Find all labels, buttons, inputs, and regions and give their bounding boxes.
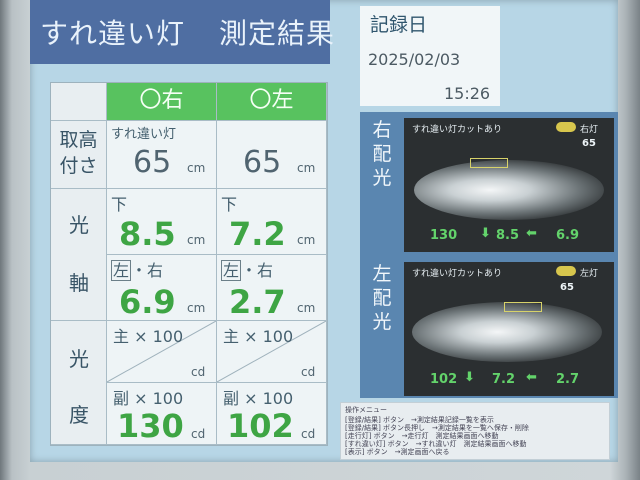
axis-v-right-unit: cm xyxy=(187,233,206,247)
results-table: 〇右 〇左 取高付さ すれ違い灯 65 cm 65 cm 光 軸 下 8.5 c… xyxy=(50,82,328,446)
axis-label-char1: 光 xyxy=(69,213,89,237)
left-arrow-icon: ⬅ xyxy=(526,226,537,241)
axis-v-left-cell: 下 7.2 cm xyxy=(217,189,327,255)
axis-h-sep-left: ・ xyxy=(241,261,258,280)
beam-pattern xyxy=(414,160,604,220)
left-panel-top-value: 65 xyxy=(560,282,574,293)
axis-h-labels-left: 左・右 xyxy=(221,257,273,281)
axis-v-right-value: 8.5 xyxy=(119,215,176,253)
intensity-main-label-left: 主 × 100 xyxy=(223,327,294,346)
right-panel-tag: 右灯 xyxy=(580,125,599,135)
operation-menu: 操作メニュー [登録/結果] ボタン →測定結果記録一覧を表示 [登録/結果] … xyxy=(340,402,610,460)
left-distribution-image: すれ違い灯カットあり 左灯 65 102 ⬇ 7.2 ⬅ 2.7 xyxy=(404,262,614,396)
distribution-panel: 右配光 左配光 すれ違い灯カットあり 右灯 65 130 ⬇ 8.5 ⬅ 6.9… xyxy=(360,112,618,398)
axis-h-right-tag-left: 右 xyxy=(257,261,274,280)
axis-h-right-tag-right: 右 xyxy=(147,261,164,280)
left-panel-value-2: 7.2 xyxy=(492,372,516,387)
axis-label-char2: 軸 xyxy=(69,271,89,295)
left-panel-tag: 左灯 xyxy=(580,269,599,279)
right-panel-top-value: 65 xyxy=(582,138,596,149)
record-time-value: 15:26 xyxy=(444,84,491,103)
intensity-label-char2: 度 xyxy=(69,403,89,427)
record-date-value: 2025/02/03 xyxy=(368,50,461,69)
title-text: すれ違い灯 xyxy=(40,17,186,50)
screen: すれ違い灯 測定結果 記録日 2025/02/03 15:26 〇右 〇左 取高付… xyxy=(30,0,618,462)
right-panel-value-3: 6.9 xyxy=(556,228,580,243)
left-panel-value-3: 2.7 xyxy=(556,372,580,387)
cutoff-marker xyxy=(470,158,508,168)
row-label-intensity: 光 度 xyxy=(51,321,107,445)
intensity-sub-left-cell: 副 × 100 102 cd xyxy=(217,383,327,445)
axis-h-right-value: 6.9 xyxy=(119,283,176,321)
axis-h-left-unit: cm xyxy=(297,301,316,315)
left-distribution-label: 左配光 xyxy=(372,263,392,333)
intensity-sub-unit-left: cd xyxy=(301,427,316,441)
axis-h-left-cell: 左・右 2.7 cm xyxy=(217,255,327,321)
left-panel-value-1: 102 xyxy=(430,372,458,387)
down-arrow-icon: ⬇ xyxy=(480,226,491,241)
height-right-unit: cm xyxy=(187,161,206,175)
intensity-sub-right-cell: 副 × 100 130 cd xyxy=(107,383,217,445)
axis-h-labels-right: 左・右 xyxy=(111,257,163,281)
page-title: すれ違い灯 測定結果 xyxy=(40,12,335,52)
right-panel-value-1: 130 xyxy=(430,228,458,243)
intensity-sub-label-right: 副 × 100 xyxy=(113,389,184,408)
intensity-main-label-right: 主 × 100 xyxy=(113,327,184,346)
col-header-right: 〇右 xyxy=(107,83,217,121)
table-corner xyxy=(51,83,107,121)
right-distribution-image: すれ違い灯カットあり 右灯 65 130 ⬇ 8.5 ⬅ 6.9 xyxy=(404,118,614,252)
height-right-cell: すれ違い灯 65 cm xyxy=(107,121,217,189)
intensity-sub-label-left: 副 × 100 xyxy=(223,389,294,408)
record-date-label: 記録日 xyxy=(370,14,428,36)
record-date-box: 記録日 2025/02/03 15:26 xyxy=(360,6,500,106)
intensity-main-unit-right: cd xyxy=(191,365,206,379)
left-lamp-badge xyxy=(556,266,576,276)
axis-h-right-unit: cm xyxy=(187,301,206,315)
axis-v-left-unit: cm xyxy=(297,233,316,247)
row-label-height: 取高付さ xyxy=(51,121,107,189)
col-header-left: 〇左 xyxy=(217,83,327,121)
axis-h-left-tag-left: 左 xyxy=(221,260,242,281)
height-right-value: 65 xyxy=(133,145,172,180)
axis-h-right-cell: 左・右 6.9 cm xyxy=(107,255,217,321)
intensity-main-left-cell: 主 × 100 cd xyxy=(217,321,327,383)
height-left-value: 65 xyxy=(243,145,282,180)
axis-v-direction-right: 下 xyxy=(111,195,128,214)
intensity-sub-right-value: 130 xyxy=(117,407,184,445)
down-arrow-icon: ⬇ xyxy=(464,370,475,385)
menu-title: 操作メニュー xyxy=(345,406,387,414)
axis-h-left-tag-right: 左 xyxy=(111,260,132,281)
intensity-label-char1: 光 xyxy=(69,347,89,371)
axis-v-right-cell: 下 8.5 cm xyxy=(107,189,217,255)
intensity-sub-left-value: 102 xyxy=(227,407,294,445)
height-note: すれ違い灯 xyxy=(111,127,177,142)
axis-h-sep-right: ・ xyxy=(131,261,148,280)
height-left-unit: cm xyxy=(297,161,316,175)
height-left-cell: 65 cm xyxy=(217,121,327,189)
axis-v-direction-left: 下 xyxy=(221,195,238,214)
title-bar: すれ違い灯 測定結果 xyxy=(30,0,334,64)
subtitle-text: 測定結果 xyxy=(219,17,336,50)
axis-h-left-value: 2.7 xyxy=(229,283,286,321)
left-arrow-icon: ⬅ xyxy=(526,370,537,385)
right-panel-caption: すれ違い灯カットあり xyxy=(412,125,503,135)
intensity-main-unit-left: cd xyxy=(301,365,316,379)
left-panel-caption: すれ違い灯カットあり xyxy=(412,269,503,279)
right-distribution-label: 右配光 xyxy=(372,119,392,189)
axis-v-left-value: 7.2 xyxy=(229,215,286,253)
right-lamp-badge xyxy=(556,122,576,132)
row-label-axis: 光 軸 xyxy=(51,189,107,321)
row-label-height-text: 取高付さ xyxy=(59,129,98,177)
cutoff-marker xyxy=(504,302,542,312)
intensity-main-right-cell: 主 × 100 cd xyxy=(107,321,217,383)
intensity-sub-unit-right: cd xyxy=(191,427,206,441)
right-panel-value-2: 8.5 xyxy=(496,228,520,243)
menu-line: [表示] ボタン →測定画面へ戻る xyxy=(345,448,450,456)
